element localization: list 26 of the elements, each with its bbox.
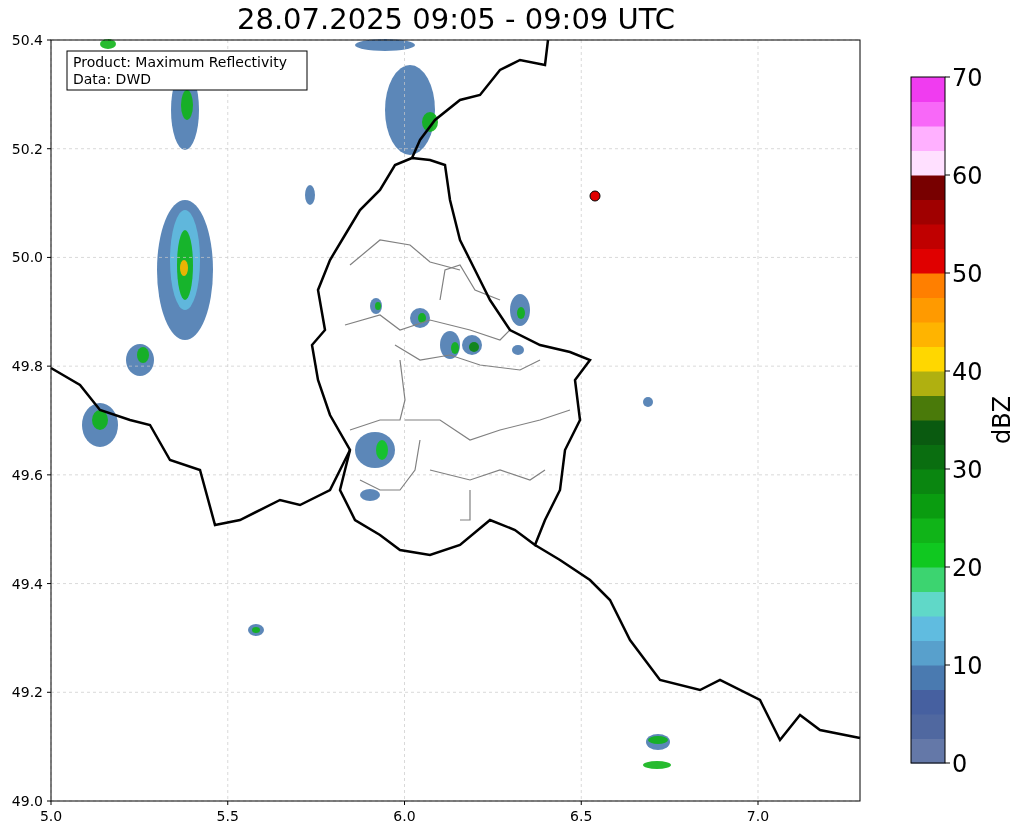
colorbar-tick-label: 50 <box>952 260 983 288</box>
colorbar-tick-label: 40 <box>952 358 983 386</box>
x-tick-label: 6.0 <box>393 808 416 824</box>
y-tick-label: 50.0 <box>11 249 43 266</box>
x-tick-label: 6.5 <box>570 808 593 824</box>
y-tick-label: 49.6 <box>11 466 43 483</box>
x-tick-label: 5.0 <box>39 808 63 824</box>
y-tick-label: 50.2 <box>11 140 43 157</box>
x-tick-label: 5.5 <box>216 808 239 824</box>
y-tick-label: 50.4 <box>11 32 43 48</box>
y-tick-label: 49.4 <box>11 575 43 592</box>
colorbar-label: dBZ <box>988 395 1016 445</box>
colorbar-tick-label: 70 <box>952 64 983 92</box>
y-tick-label: 49.2 <box>11 684 43 701</box>
info-text: Product: Maximum Reflectivity <box>73 54 287 70</box>
colorbar-tick-label: 0 <box>952 750 968 778</box>
location-marker-icon <box>589 190 601 202</box>
colorbar-tick-label: 30 <box>952 456 983 484</box>
x-tick-label: 7.0 <box>746 808 770 824</box>
y-tick-label: 49.0 <box>11 793 43 809</box>
colorbar-tick-label: 60 <box>952 162 983 190</box>
y-tick-label: 49.8 <box>11 358 43 375</box>
colorbar-tick-label: 10 <box>952 652 983 680</box>
info-text: Data: DWD <box>73 71 151 87</box>
chart-title: 28.07.2025 09:05 - 09:09 UTC <box>237 4 675 34</box>
colorbar-tick-label: 20 <box>952 554 983 582</box>
